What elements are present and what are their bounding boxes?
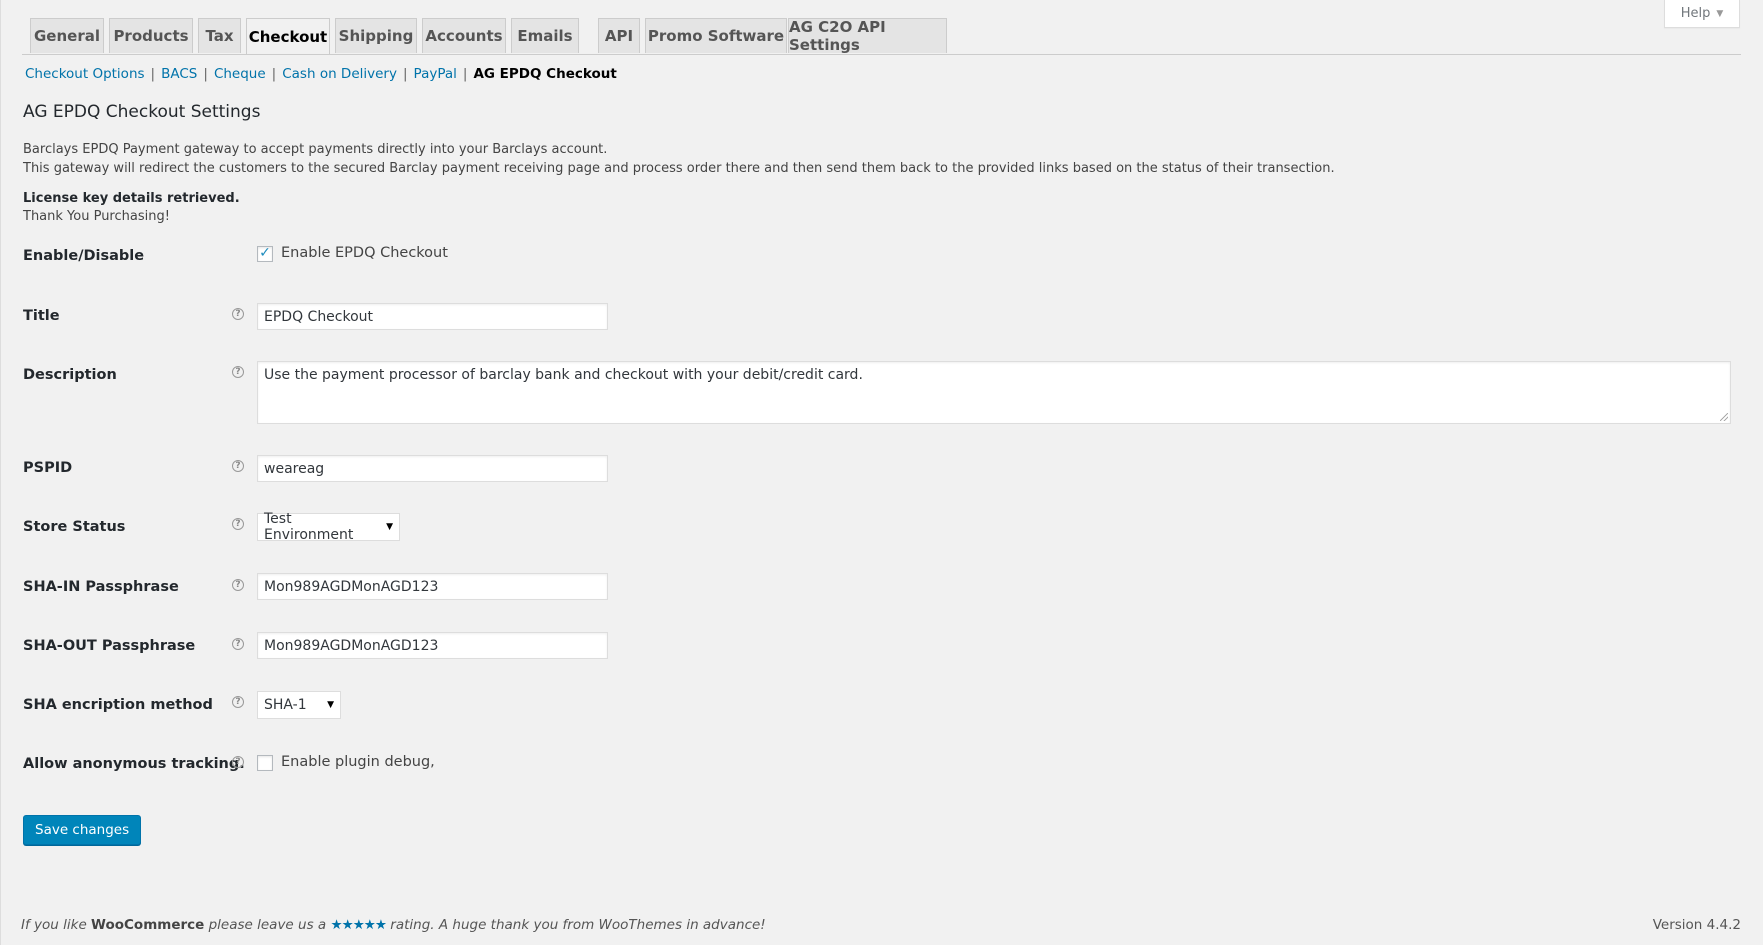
question-circle-icon[interactable]: ? — [232, 696, 244, 708]
checkmark-icon: ✓ — [259, 245, 271, 261]
question-circle-icon[interactable]: ? — [232, 756, 244, 768]
tab-promo-software[interactable]: Promo Software — [645, 18, 787, 53]
tab-checkout[interactable]: Checkout — [246, 18, 330, 54]
license-notice: License key details retrieved. Thank You… — [23, 190, 240, 226]
resize-grip-icon[interactable] — [1720, 413, 1728, 421]
question-circle-icon[interactable]: ? — [232, 579, 244, 591]
question-circle-icon[interactable]: ? — [232, 460, 244, 472]
subnav-current: AG EPDQ Checkout — [473, 66, 617, 82]
store-status-select[interactable]: Test Environment ▼ — [257, 511, 400, 543]
description-line-1: Barclays EPDQ Payment gateway to accept … — [23, 142, 608, 157]
sha-in-label: SHA-IN Passphrase — [23, 579, 179, 595]
subnav-cash-on-delivery[interactable]: Cash on Delivery — [282, 66, 397, 82]
pspid-input[interactable]: weareag — [257, 455, 608, 482]
question-circle-icon[interactable]: ? — [232, 518, 244, 530]
description-line-2: This gateway will redirect the customers… — [23, 161, 1335, 176]
sha-method-label: SHA encription method — [23, 697, 213, 713]
store-status-label: Store Status — [23, 519, 126, 535]
caret-down-icon: ▼ — [327, 700, 334, 710]
footer-rating-text: If you like WooCommerce please leave us … — [21, 917, 766, 933]
tab-ag-c2o-api-settings[interactable]: AG C2O API Settings — [788, 18, 947, 54]
subnav-checkout-options[interactable]: Checkout Options — [25, 66, 145, 82]
sha-out-label: SHA-OUT Passphrase — [23, 638, 196, 654]
checkout-subnav: Checkout Options | BACS | Cheque | Cash on Del… — [25, 66, 617, 82]
admin-edge — [0, 0, 1, 945]
question-circle-icon[interactable]: ? — [232, 638, 244, 650]
store-status-value: Test Environment — [264, 511, 354, 543]
enable-checkbox-label[interactable]: Enable EPDQ Checkout — [281, 245, 448, 261]
tab-emails[interactable]: Emails — [511, 18, 579, 53]
license-status: License key details retrieved. — [23, 191, 240, 206]
rating-stars-link[interactable]: ★★★★★ — [330, 917, 387, 933]
sha-method-select[interactable]: SHA-1 ▼ — [257, 691, 341, 719]
subnav-paypal[interactable]: PayPal — [414, 66, 457, 82]
description-label: Description — [23, 367, 117, 383]
page-title: AG EPDQ Checkout Settings — [23, 102, 261, 122]
question-circle-icon[interactable]: ? — [232, 366, 244, 378]
caret-down-icon: ▼ — [386, 522, 393, 532]
enable-checkbox[interactable]: ✓ — [257, 246, 273, 262]
footer-brand: WooCommerce — [91, 917, 205, 933]
pspid-label: PSPID — [23, 460, 73, 476]
sha-in-input[interactable]: Mon989AGDMonAGD123 — [257, 573, 608, 600]
tab-tax[interactable]: Tax — [198, 18, 241, 53]
save-changes-button[interactable]: Save changes — [23, 815, 142, 845]
gateway-description: Barclays EPDQ Payment gateway to accept … — [23, 140, 1335, 178]
chevron-down-icon: ▼ — [1716, 8, 1724, 19]
tab-general[interactable]: General — [30, 18, 104, 53]
sha-out-input[interactable]: Mon989AGDMonAGD123 — [257, 632, 608, 659]
subnav-separator: | — [203, 66, 208, 82]
subnav-separator: | — [402, 66, 408, 82]
tracking-checkbox[interactable] — [257, 755, 273, 771]
enable-label: Enable/Disable — [23, 248, 145, 264]
subnav-separator: | — [150, 66, 156, 82]
subnav-separator: | — [271, 66, 277, 82]
version-label: Version 4.4.2 — [1652, 917, 1741, 933]
sha-method-value: SHA-1 — [264, 697, 307, 713]
tab-accounts[interactable]: Accounts — [422, 18, 506, 53]
description-textarea-value: Use the payment processor of barclay ban… — [264, 367, 863, 383]
subnav-separator: | — [462, 66, 468, 82]
license-thanks: Thank You Purchasing! — [23, 209, 170, 224]
tracking-label: Allow anonymous tracking. — [23, 756, 245, 772]
subnav-bacs[interactable]: BACS — [161, 66, 197, 82]
settings-tabs: General Products Tax Checkout Shipping A… — [22, 18, 1741, 55]
tab-api[interactable]: API — [598, 18, 640, 53]
description-textarea[interactable]: Use the payment processor of barclay ban… — [257, 361, 1731, 424]
title-input[interactable]: EPDQ Checkout — [257, 303, 608, 330]
question-circle-icon[interactable]: ? — [232, 308, 244, 320]
tab-shipping[interactable]: Shipping — [335, 18, 417, 53]
title-label: Title — [23, 308, 60, 324]
tab-products[interactable]: Products — [109, 18, 193, 53]
subnav-cheque[interactable]: Cheque — [214, 66, 266, 82]
tracking-checkbox-label[interactable]: Enable plugin debug, — [281, 754, 435, 770]
